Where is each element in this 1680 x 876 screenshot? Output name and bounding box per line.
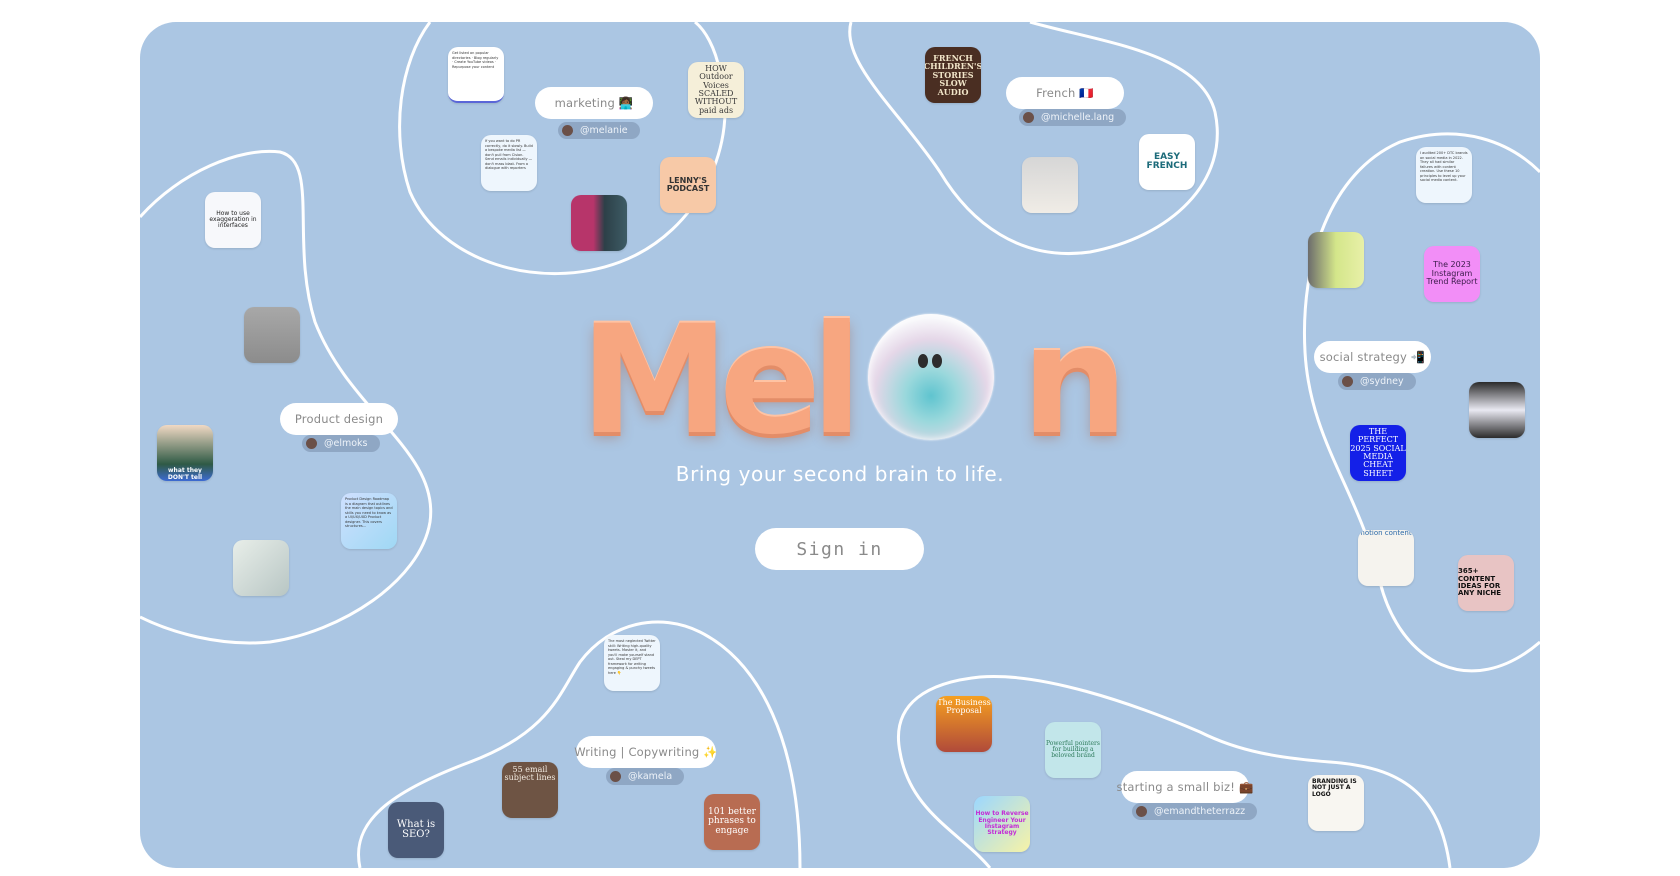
username: @melanie: [580, 125, 628, 136]
topic-pill-social-strategy[interactable]: social strategy 📲: [1314, 341, 1431, 373]
smallbiz-item-reverse-engineer[interactable]: How to Reverse Engineer Your Instagram S…: [974, 796, 1030, 852]
product-design-item-photo-glass[interactable]: [244, 307, 300, 363]
topic-pill-marketing[interactable]: marketing 👩🏾‍💻: [535, 87, 653, 119]
user-badge-kamela[interactable]: @kamela: [606, 768, 685, 785]
tagline: Bring your second brain to life.: [675, 462, 1005, 486]
marketing-item-photo[interactable]: [571, 195, 627, 251]
product-design-item-photo-whiteboard[interactable]: [233, 540, 289, 596]
writing-item-tweet[interactable]: The most neglected Twitter skill: Writin…: [604, 635, 660, 691]
username: @elmoks: [324, 438, 368, 449]
avatar: [1023, 112, 1034, 123]
melon-logo: Mel n: [580, 294, 1128, 468]
social-item-365-ideas[interactable]: 365+ CONTENT IDEAS FOR ANY NICHE: [1458, 555, 1514, 611]
mascot-eye-left: [918, 354, 928, 368]
logo-wordmark: Mel n: [580, 294, 1128, 468]
sign-in-button[interactable]: Sign in: [755, 528, 924, 570]
user-badge-michelle[interactable]: @michelle.lang: [1019, 109, 1127, 126]
avatar: [306, 438, 317, 449]
social-item-notion-content[interactable]: notion content: [1358, 530, 1414, 586]
smallbiz-item-branding[interactable]: BRANDING IS NOT JUST A LOGO: [1308, 775, 1364, 831]
avatar: [610, 771, 621, 782]
product-design-item-exaggeration[interactable]: How to use exaggeration in interfaces: [205, 192, 261, 248]
topic-pill-french[interactable]: French 🇫🇷: [1006, 77, 1124, 109]
writing-item-subject-lines[interactable]: 55 email subject lines: [502, 762, 558, 818]
smallbiz-item-business-proposal[interactable]: The Business Proposal: [936, 696, 992, 752]
topic-pill-product-design[interactable]: Product design: [280, 403, 398, 435]
user-badge-elmoks[interactable]: @elmoks: [302, 435, 380, 452]
username: @michelle.lang: [1041, 112, 1115, 123]
french-item-childrens-stories[interactable]: FRENCH CHILDREN'S STORIES SLOW AUDIO: [925, 47, 981, 103]
social-item-photo-frame[interactable]: [1469, 382, 1525, 438]
user-badge-emandtheterrazz[interactable]: @emandtheterrazz: [1132, 803, 1258, 820]
mascot-eye-right: [932, 354, 942, 368]
social-item-photo-app[interactable]: [1308, 232, 1364, 288]
social-item-tweet[interactable]: I audited 200+ DTC brands on social medi…: [1416, 147, 1472, 203]
avatar: [1136, 806, 1147, 817]
avatar: [1342, 376, 1353, 387]
topic-pill-writing[interactable]: Writing | Copywriting ✨: [574, 736, 718, 768]
username: @emandtheterrazz: [1154, 806, 1246, 817]
smallbiz-item-brand-pointers[interactable]: Powerful pointers for building a beloved…: [1045, 722, 1101, 778]
writing-item-phrases[interactable]: 101 better phrases to engage: [704, 794, 760, 850]
product-design-item-linkedin[interactable]: Product Design Roadmap is a diagram that…: [341, 493, 397, 549]
username: @kamela: [628, 771, 673, 782]
writing-item-seo[interactable]: What is SEO?: [388, 802, 444, 858]
topic-pill-small-biz[interactable]: starting a small biz! 💼: [1117, 771, 1253, 803]
marketing-item-lennys-podcast[interactable]: LENNY'S PODCAST: [660, 157, 716, 213]
username: @sydney: [1360, 376, 1404, 387]
marketing-item-list[interactable]: Get listed on popular directories · Blog…: [448, 47, 504, 103]
social-item-trend-report[interactable]: The 2023 Instagram Trend Report: [1424, 246, 1480, 302]
french-item-photo[interactable]: [1022, 157, 1078, 213]
avatar: [562, 125, 573, 136]
user-badge-melanie[interactable]: @melanie: [558, 122, 640, 139]
bubble-mascot-icon: [868, 314, 994, 440]
board: Get listed on popular directories · Blog…: [140, 22, 1540, 868]
french-item-easy-french[interactable]: EASY FRENCH: [1139, 134, 1195, 190]
marketing-item-outdoor-voices[interactable]: HOW Outdoor Voices SCALED WITHOUT paid a…: [688, 62, 744, 118]
marketing-item-tweet[interactable]: If you want to do PR correctly, do it sl…: [481, 135, 537, 191]
user-badge-sydney[interactable]: @sydney: [1338, 373, 1416, 390]
